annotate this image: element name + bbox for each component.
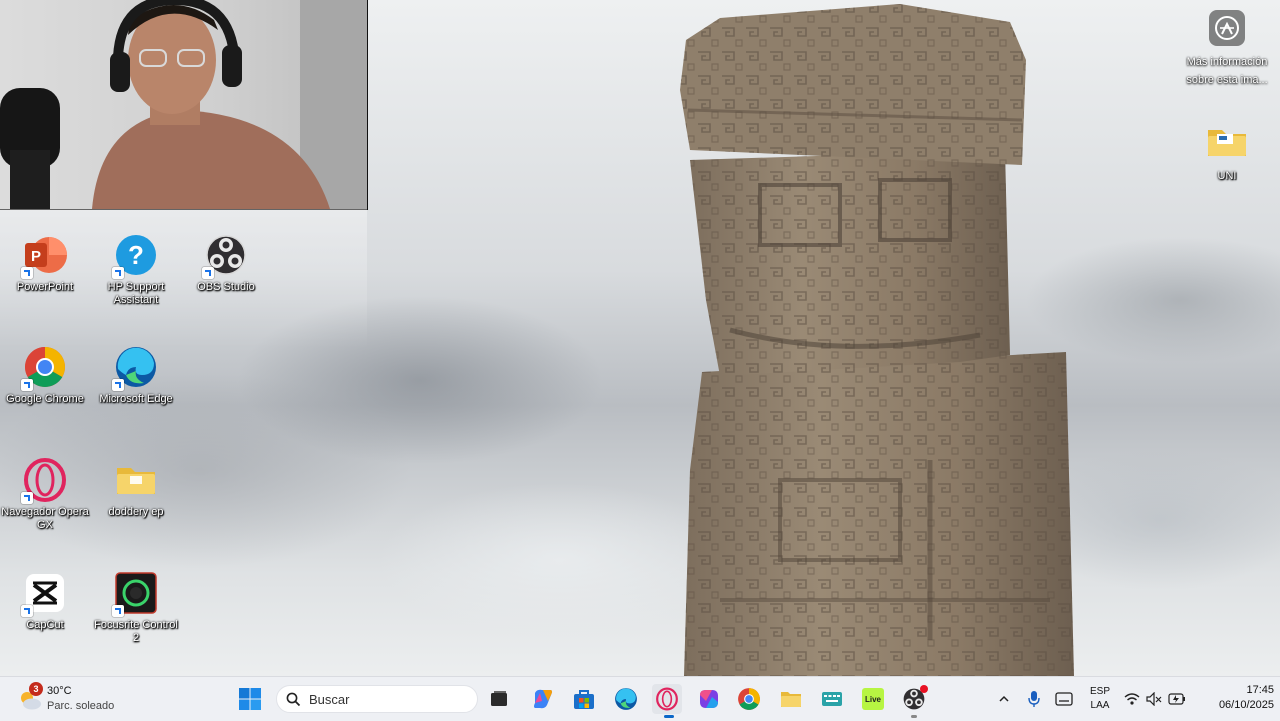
webcam-overlay (0, 0, 368, 210)
edge-icon (615, 688, 637, 710)
live-icon: Live (862, 688, 884, 710)
live-icon-label: Live (864, 694, 881, 704)
shortcut-arrow-icon (21, 605, 33, 617)
start-button[interactable] (235, 684, 265, 714)
desktop-icon-uni[interactable]: UNI (1181, 122, 1273, 183)
desktop-icon-hp-support[interactable]: ? HP Support Assistant (90, 233, 182, 307)
chrome-icon (738, 688, 760, 710)
taskbar-opera-gx-button[interactable] (652, 684, 682, 714)
desktop-icon-label: Navegador Opera GX (1, 506, 89, 531)
keyboard-icon (822, 692, 842, 706)
battery-charging-icon (1168, 693, 1185, 705)
desktop-icon-label: UNI (1217, 170, 1237, 182)
search-icon (286, 692, 301, 706)
desktop-icon-label: CapCut (26, 619, 64, 631)
folder-icon (114, 458, 158, 502)
shortcut-arrow-icon (112, 605, 124, 617)
desktop-icon-obs[interactable]: OBS Studio (180, 233, 272, 294)
touch-keyboard-button[interactable] (817, 684, 847, 714)
desktop-icon-edge[interactable]: Microsoft Edge (90, 345, 182, 406)
pen-tablet-icon (1055, 692, 1073, 706)
taskbar: 3 30°C Parc. soleado Buscar Live ESP LAA… (0, 676, 1280, 721)
file-explorer-icon (781, 692, 801, 707)
taskbar-obs-button[interactable] (899, 684, 929, 714)
desktop-icon-label: HP Support Assistant (107, 281, 165, 306)
weather-widget[interactable]: 3 30°C Parc. soleado (16, 682, 156, 715)
search-placeholder: Buscar (309, 691, 350, 707)
task-view-icon (491, 691, 507, 706)
desktop-icon-label: OBS Studio (197, 281, 255, 293)
focusrite-icon (112, 571, 158, 617)
task-view-button[interactable] (484, 684, 514, 714)
weather-temperature: 30°C (47, 685, 72, 697)
desktop-icon-focusrite[interactable]: Focusrite Control 2 (90, 571, 182, 645)
store-icon (574, 690, 594, 709)
chrome-icon (21, 345, 67, 391)
microphone-button[interactable] (1020, 684, 1048, 714)
active-app-indicator (664, 715, 674, 718)
capcut-icon (21, 571, 67, 617)
microsoft-store-button[interactable] (569, 684, 599, 714)
desktop-icon-label: Google Chrome (6, 393, 84, 405)
shortcut-arrow-icon (112, 379, 124, 391)
running-app-indicator (911, 715, 917, 718)
opera-gx-icon (656, 687, 678, 711)
clock-date: 06/10/2025 (1218, 699, 1274, 711)
hp-support-icon: ? (112, 233, 158, 279)
shortcut-arrow-icon (21, 267, 33, 279)
taskbar-chrome-button[interactable] (734, 684, 764, 714)
quick-settings-button[interactable] (1120, 684, 1190, 714)
shortcut-arrow-icon (21, 492, 33, 504)
system-clock[interactable]: 17:45 06/10/2025 (1190, 683, 1274, 713)
desktop-icon-doddery-ep[interactable]: doddery ep (90, 458, 182, 519)
desktop-icon-powerpoint[interactable]: P PowerPoint (0, 233, 91, 294)
desktop-icon-chrome[interactable]: Google Chrome (0, 345, 91, 406)
copilot-button[interactable] (528, 684, 558, 714)
svg-text:?: ? (128, 240, 144, 270)
volume-muted-icon (1146, 692, 1162, 706)
spotlight-info-label: Más información sobre esta ima... (1186, 56, 1268, 86)
weather-badge: 3 (29, 682, 43, 696)
spotlight-info-button[interactable]: Más información sobre esta ima... (1181, 10, 1273, 88)
file-explorer-button[interactable] (776, 684, 806, 714)
taskbar-edge-button[interactable] (611, 684, 641, 714)
edge-icon (112, 345, 158, 391)
camera-info-icon (1209, 10, 1245, 46)
microsoft-365-button[interactable] (694, 684, 724, 714)
obs-icon (202, 233, 248, 279)
clock-time: 17:45 (1246, 684, 1274, 696)
desktop-icon-label: doddery ep (108, 506, 164, 518)
live-app-button[interactable]: Live (858, 684, 888, 714)
folder-icon (1205, 122, 1249, 166)
weather-condition: Parc. soleado (47, 700, 115, 712)
taskbar-search-box[interactable]: Buscar (276, 685, 478, 713)
wifi-icon (1124, 693, 1140, 705)
powerpoint-icon: P (21, 233, 67, 279)
keyboard-layout-code: LAA (1090, 700, 1110, 711)
desktop-icon-label: Microsoft Edge (99, 393, 173, 405)
recording-indicator (920, 685, 928, 693)
svg-text:P: P (31, 248, 41, 265)
microphone-icon (1028, 691, 1040, 707)
opera-gx-icon (21, 458, 67, 504)
shortcut-arrow-icon (112, 267, 124, 279)
office-icon (700, 690, 718, 708)
show-hidden-icons-button[interactable] (990, 684, 1018, 714)
desktop-icon-capcut[interactable]: CapCut (0, 571, 91, 632)
shortcut-arrow-icon (202, 267, 214, 279)
language-code: ESP (1089, 686, 1110, 697)
shortcut-arrow-icon (21, 379, 33, 391)
chevron-up-icon (999, 695, 1009, 702)
desktop-icon-label: PowerPoint (16, 281, 74, 293)
input-language-indicator[interactable]: ESP LAA (1084, 685, 1116, 713)
copilot-icon (534, 689, 552, 709)
start-icon (239, 688, 261, 710)
tablet-mode-button[interactable] (1050, 684, 1078, 714)
webcam-person-image (0, 0, 367, 209)
desktop-icon-opera-gx[interactable]: Navegador Opera GX (0, 458, 91, 532)
desktop-icon-label: Focusrite Control 2 (94, 619, 178, 644)
